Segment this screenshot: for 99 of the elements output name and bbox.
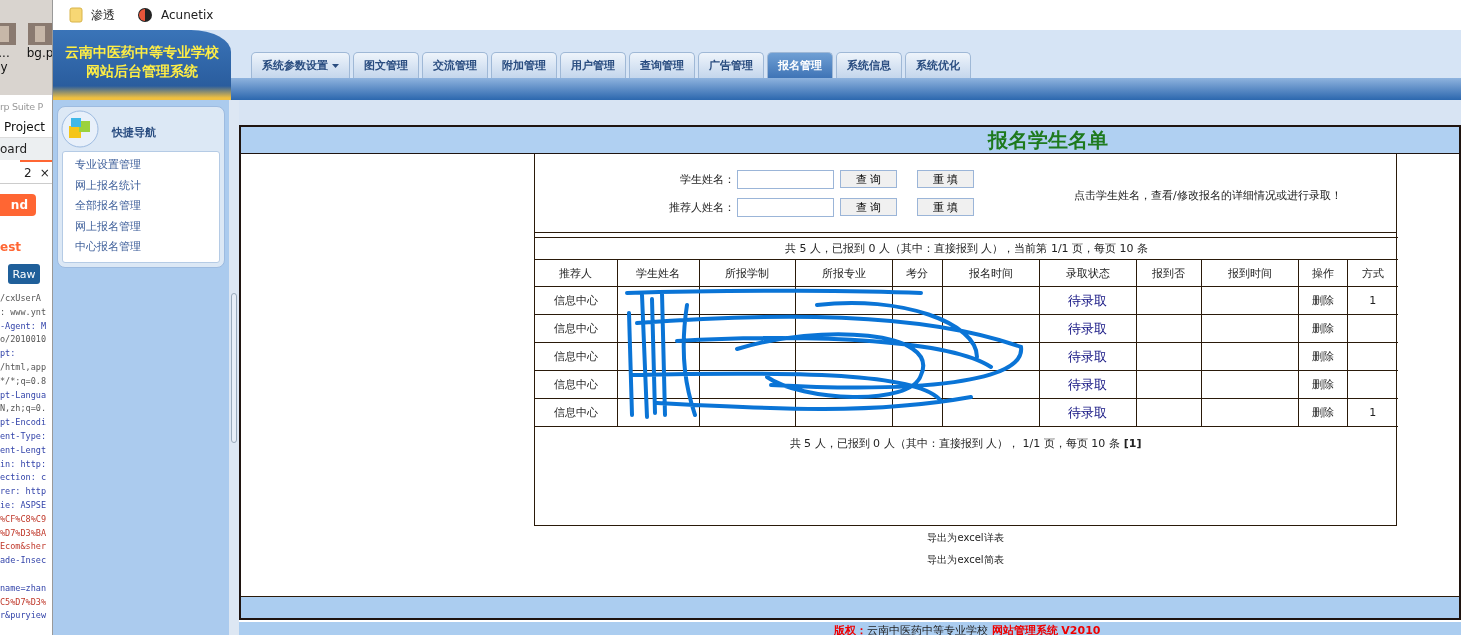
- page-link[interactable]: [1]: [1123, 437, 1142, 450]
- system-version: 网站管理系统 V2010: [991, 624, 1101, 635]
- reset-button[interactable]: 重 填: [917, 170, 974, 188]
- column-header: 报名时间: [942, 259, 1039, 287]
- request-line: ade-Insec: [0, 555, 47, 566]
- request-line: */*;q=0.8: [0, 375, 47, 386]
- request-line: pt-Encodi: [0, 417, 47, 428]
- request-line: ent-Lengt: [0, 444, 47, 455]
- nav-link[interactable]: 网上报名统计: [75, 175, 219, 196]
- request-line: Ecom&sher: [0, 541, 47, 552]
- request-line: ection: c: [0, 472, 47, 483]
- nav-link[interactable]: 网上报名管理: [75, 216, 219, 237]
- table-cell[interactable]: 删除: [1298, 286, 1347, 315]
- request-line: r&puryiew: [0, 610, 47, 621]
- table-cell: 待录取: [1039, 398, 1136, 427]
- page-heading: 报名学生名单: [987, 128, 1108, 152]
- column-header: 推荐人: [535, 259, 617, 287]
- request-line: -Agent: M: [0, 320, 47, 331]
- nav-tab[interactable]: 系统优化: [905, 52, 971, 78]
- column-header: 学生姓名: [617, 259, 699, 287]
- table-cell[interactable]: 删除: [1298, 398, 1347, 427]
- logo-icon[interactable]: [137, 7, 153, 23]
- copyright-label: 版权：: [834, 624, 867, 635]
- request-line: N,zh;q=0.: [0, 403, 47, 414]
- nav-link[interactable]: 专业设置管理: [75, 155, 219, 176]
- nav-tab[interactable]: 图文管理: [353, 52, 419, 78]
- request-line: /html,app: [0, 362, 47, 372]
- window-title: rp Suite P: [0, 101, 44, 112]
- menu-item[interactable]: Project: [0, 112, 52, 137]
- tab-label[interactable]: oard: [0, 137, 52, 160]
- query-button[interactable]: 查 询: [840, 170, 897, 188]
- reset-button[interactable]: 重 填: [917, 198, 974, 216]
- export-link[interactable]: 导出为excel简表: [927, 553, 1004, 567]
- nav-tab[interactable]: 广告管理: [698, 52, 764, 78]
- request-line: rer: http: [0, 486, 47, 497]
- hint-text: 点击学生姓名，查看/修改报名的详细情况或进行录取！: [1074, 187, 1342, 203]
- site-title: 云南中医药中等专业学校: [65, 43, 219, 62]
- field-label: 推荐人姓名：: [668, 199, 735, 215]
- request-line: C5%D7%D3%: [0, 596, 47, 607]
- column-header: 操作: [1298, 259, 1347, 287]
- desktop-icon-label: ...: [0, 46, 10, 60]
- pager-text: 共 5 人，已报到 0 人（其中：直接报到 人）， 1/1 页，每页 10 条: [789, 437, 1120, 450]
- splitter-handle[interactable]: [231, 292, 237, 443]
- nav-tab[interactable]: 系统信息: [836, 52, 902, 78]
- column-header: 考分: [892, 259, 942, 287]
- request-line: %D7%D3%BA: [0, 527, 47, 538]
- column-header: 报到否: [1136, 259, 1201, 287]
- column-header: 录取状态: [1039, 259, 1136, 287]
- nav-tab[interactable]: 系统参数设置: [251, 52, 350, 78]
- desktop-icon-label: y: [0, 60, 8, 74]
- table-cell[interactable]: 删除: [1298, 342, 1347, 371]
- nav-title: 快捷导航: [112, 125, 156, 140]
- school-name: 云南中医药中等专业学校: [867, 624, 988, 635]
- table-cell: 信息中心: [535, 314, 617, 343]
- request-line: o/2010010: [0, 334, 47, 345]
- request-line: ie: ASPSE: [0, 499, 47, 510]
- view-tab[interactable]: Raw: [8, 264, 40, 284]
- table-cell: 待录取: [1039, 342, 1136, 371]
- nav-tab[interactable]: 附加管理: [491, 52, 557, 78]
- table-cell: 信息中心: [535, 342, 617, 371]
- table-cell: 信息中心: [535, 286, 617, 315]
- input-field[interactable]: [737, 197, 834, 217]
- table-cell[interactable]: 删除: [1298, 314, 1347, 343]
- request-line: : www.ynt: [0, 306, 47, 317]
- table-cell[interactable]: 删除: [1298, 370, 1347, 399]
- desktop-icon-label: bg.p: [26, 46, 52, 60]
- column-header: 所报学制: [699, 259, 795, 287]
- nav-tab[interactable]: 交流管理: [422, 52, 488, 78]
- request-line: /cxUserA: [0, 293, 41, 303]
- folder-icon[interactable]: [69, 7, 83, 23]
- nav-tab[interactable]: 报名管理: [767, 52, 833, 78]
- table-cell: 待录取: [1039, 286, 1136, 315]
- bookmark-link[interactable]: 渗透: [91, 6, 115, 24]
- request-line: pt:: [0, 348, 16, 359]
- table-cell: 待录取: [1039, 370, 1136, 399]
- nav-link[interactable]: 中心报名管理: [75, 237, 219, 258]
- nav-tab[interactable]: 查询管理: [629, 52, 695, 78]
- image-file-icon[interactable]: [27, 22, 52, 46]
- field-label: 学生姓名：: [679, 171, 735, 187]
- column-header: 所报专业: [795, 259, 892, 287]
- site-title: 网站后台管理系统: [86, 62, 198, 81]
- cubes-icon: [60, 109, 100, 149]
- summary-cell: 共 5 人，已报到 0 人（其中：直接报到 人），当前第 1/1 页，每页 10 条: [535, 237, 1398, 260]
- table-cell: 信息中心: [535, 398, 617, 427]
- input-field[interactable]: [737, 169, 834, 189]
- query-button[interactable]: 查 询: [840, 198, 897, 216]
- section-title: est: [0, 240, 23, 254]
- table-cell: 待录取: [1039, 314, 1136, 343]
- bookmark-link[interactable]: Acunetix: [161, 8, 214, 22]
- request-line: ent-Type:: [0, 430, 47, 441]
- export-link[interactable]: 导出为excel详表: [927, 531, 1004, 545]
- request-line: in: http:: [0, 458, 47, 469]
- request-line: pt-Langua: [0, 389, 47, 400]
- nav-tab[interactable]: 用户管理: [560, 52, 626, 78]
- column-header: 报到时间: [1201, 259, 1298, 287]
- request-line: %CF%C8%C9: [0, 513, 47, 524]
- nav-link[interactable]: 全部报名管理: [75, 196, 219, 217]
- table-cell: 信息中心: [535, 370, 617, 399]
- request-line: name=zhan: [0, 582, 47, 593]
